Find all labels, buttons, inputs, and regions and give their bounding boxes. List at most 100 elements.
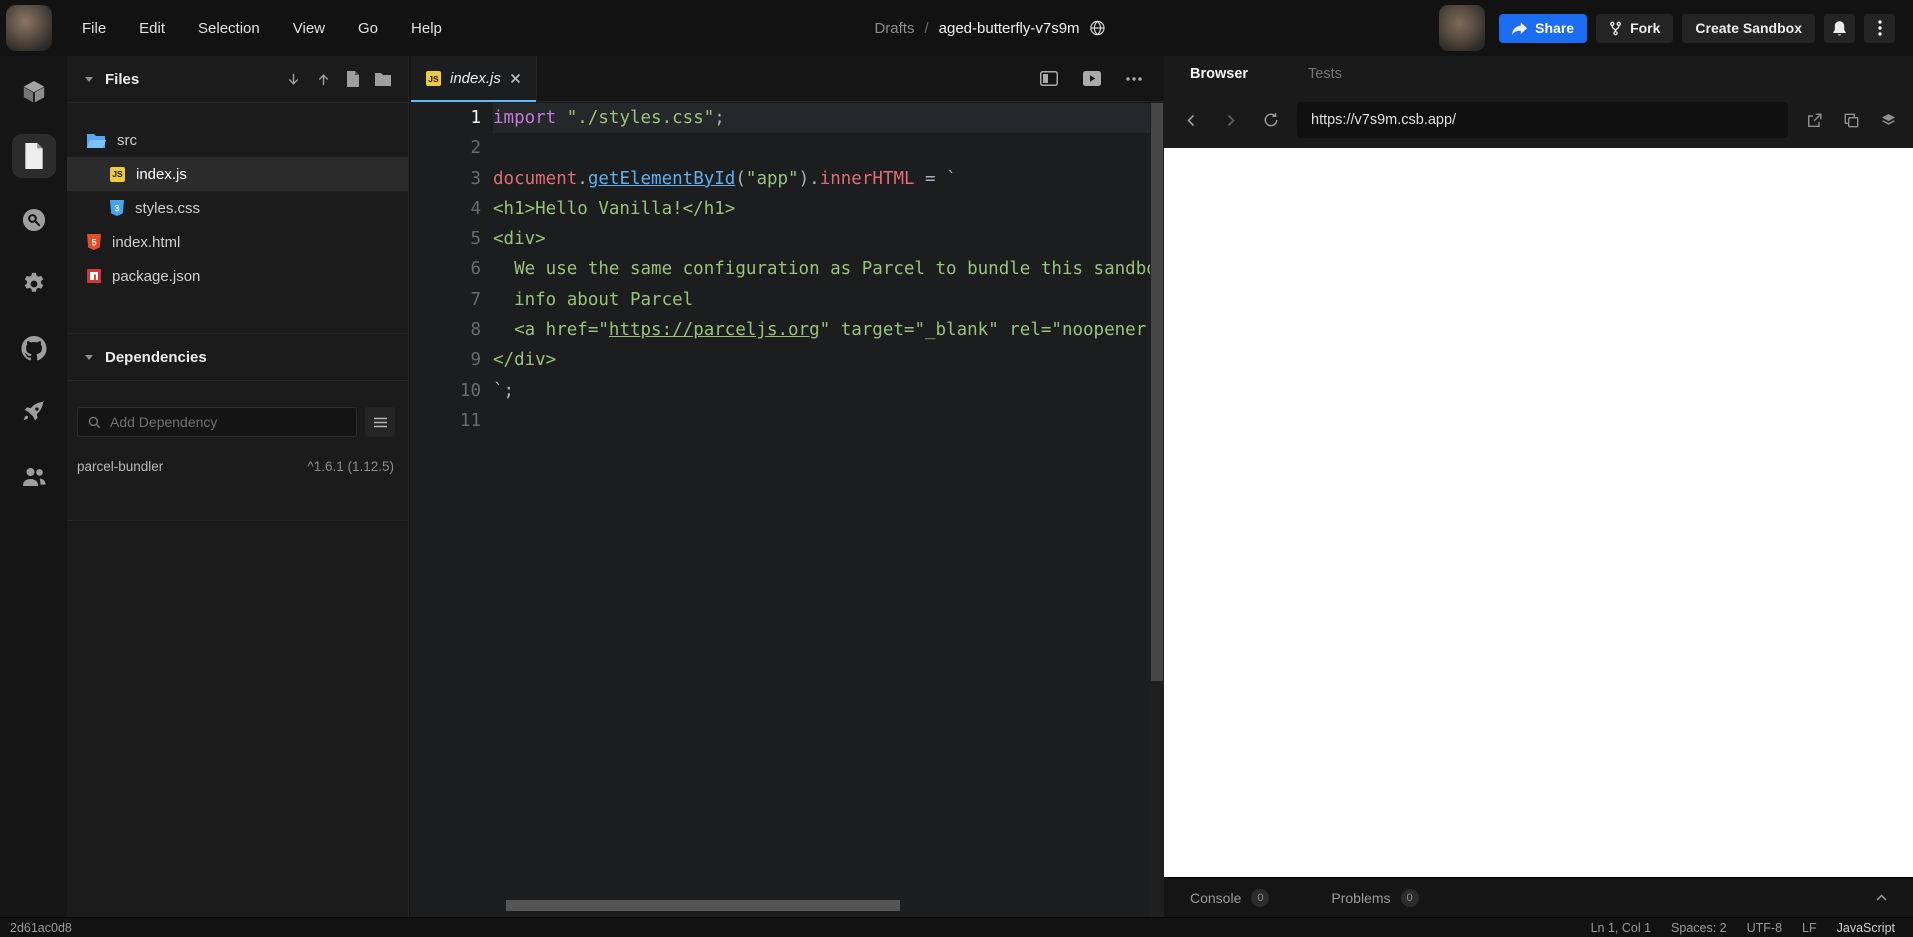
dependency-name: parcel-bundler	[77, 459, 164, 474]
problems-toggle[interactable]: Problems 0	[1331, 888, 1419, 907]
tab-index-js[interactable]: JS index.js	[411, 56, 537, 102]
sandbox-title[interactable]: aged-butterfly-v7s9m	[939, 20, 1080, 37]
menu-bar: File Edit Selection View Go Help	[82, 20, 442, 37]
create-sandbox-button[interactable]: Create Sandbox	[1682, 13, 1815, 43]
url-input[interactable]	[1297, 102, 1788, 138]
activity-bar	[0, 56, 67, 917]
console-count-badge: 0	[1251, 888, 1270, 907]
editor-tab-bar: JS index.js	[410, 56, 1164, 102]
refresh-button[interactable]	[1263, 112, 1279, 128]
upload-icon	[316, 72, 331, 87]
open-preview-icon	[1083, 71, 1101, 86]
back-button[interactable]	[1185, 114, 1198, 127]
share-button[interactable]: Share	[1499, 13, 1588, 43]
code-line-8: 8 <a href="https://parceljs.org" target=…	[410, 315, 1150, 345]
file-styles.css[interactable]: 3 styles.css	[67, 191, 408, 225]
github-icon	[21, 335, 47, 361]
more-options-button[interactable]	[1864, 13, 1895, 43]
external-link-button[interactable]	[1807, 113, 1822, 128]
hamburger-menu-icon	[373, 417, 387, 428]
preview-pane: Browser Tests Console 0 Problems 0	[1164, 56, 1913, 917]
console-toggle[interactable]: Console 0	[1190, 888, 1270, 907]
preview-tabs: Browser Tests	[1164, 56, 1913, 92]
activity-settings-gear[interactable]	[12, 262, 56, 306]
activity-github[interactable]	[12, 326, 56, 370]
menu-go[interactable]: Go	[358, 20, 378, 37]
add-dependency-input[interactable]	[110, 414, 346, 430]
line-number: 5	[470, 229, 481, 250]
new-folder-button[interactable]	[375, 72, 391, 86]
status-item[interactable]: JavaScript	[1837, 921, 1895, 935]
css-icon: 3	[110, 200, 124, 216]
user-avatar[interactable]	[1439, 5, 1486, 51]
split-view-icon	[1040, 71, 1058, 86]
file-src[interactable]: src	[67, 123, 408, 157]
split-view-button[interactable]	[1040, 71, 1058, 86]
chevron-down-icon	[84, 75, 94, 83]
vertical-scrollbar-thumb[interactable]	[1151, 103, 1163, 681]
more-horizontal-button[interactable]	[1126, 76, 1142, 81]
dependency-search-row	[67, 407, 408, 437]
workspace-logo[interactable]	[6, 5, 52, 51]
upload-button[interactable]	[316, 72, 331, 87]
top-actions: Share Fork Create Sandbox	[1439, 5, 1913, 51]
sidebar: Files src JS index.js 3 styles.css 5 index.htm…	[67, 56, 409, 917]
activity-search[interactable]	[12, 198, 56, 242]
preview-tab-tests[interactable]: Tests	[1308, 66, 1342, 82]
status-item[interactable]: Spaces: 2	[1671, 921, 1727, 935]
layers-button[interactable]	[1881, 113, 1896, 128]
add-dependency-field[interactable]	[77, 407, 357, 437]
refresh-icon	[1263, 112, 1279, 128]
activity-sandbox-cube[interactable]	[12, 70, 56, 114]
notifications-button[interactable]	[1824, 13, 1855, 43]
breadcrumb-drafts[interactable]: Drafts	[874, 20, 914, 37]
tab-label: index.js	[450, 70, 501, 87]
file-tree: src JS index.js 3 styles.css 5 index.html packa…	[67, 103, 408, 293]
horizontal-scrollbar-thumb[interactable]	[506, 900, 900, 911]
file-label: index.html	[112, 233, 181, 251]
file-label: styles.css	[135, 199, 201, 217]
svg-text:3: 3	[114, 204, 119, 214]
activity-users[interactable]	[12, 454, 56, 498]
code-editor[interactable]: 1 import "./styles.css"; 2 3 document.getEle…	[410, 102, 1150, 893]
layers-icon	[1881, 113, 1896, 128]
editor-pane: JS index.js 1 import "./styles.css"; 2 3 doc…	[410, 56, 1164, 917]
code-line-5: 5 <div>	[410, 224, 1150, 254]
menu-view[interactable]: View	[293, 20, 325, 37]
console-collapse-button[interactable]	[1876, 894, 1887, 901]
preview-tab-browser[interactable]: Browser	[1190, 66, 1248, 82]
dependency-menu-button[interactable]	[365, 407, 395, 437]
open-preview-button[interactable]	[1083, 71, 1101, 86]
fork-button[interactable]: Fork	[1596, 13, 1674, 43]
file-package.json[interactable]: package.json	[67, 259, 408, 293]
menu-file[interactable]: File	[82, 20, 106, 37]
forward-button[interactable]	[1224, 114, 1237, 127]
search-icon	[88, 416, 101, 429]
file-index.js[interactable]: JS index.js	[67, 157, 408, 191]
new-file-button[interactable]	[346, 71, 360, 87]
activity-rocket[interactable]	[12, 390, 56, 434]
fork-icon	[1609, 21, 1622, 36]
line-number: 4	[470, 198, 481, 219]
dependencies-panel-header[interactable]: Dependencies	[67, 333, 408, 381]
share-arrow-icon	[1512, 21, 1528, 35]
more-vertical-icon	[1877, 20, 1882, 36]
menu-help[interactable]: Help	[411, 20, 442, 37]
close-tab-icon[interactable]	[510, 73, 521, 84]
menu-selection[interactable]: Selection	[198, 20, 260, 37]
files-panel-header[interactable]: Files	[67, 56, 408, 103]
download-button[interactable]	[286, 72, 301, 87]
rocket-icon	[21, 399, 47, 425]
dependency-item[interactable]: parcel-bundler ^1.6.1 (1.12.5)	[67, 459, 408, 474]
activity-file[interactable]	[11, 134, 56, 178]
menu-edit[interactable]: Edit	[139, 20, 165, 37]
line-number: 2	[470, 138, 481, 159]
line-content: <div>	[493, 229, 546, 250]
status-item[interactable]: UTF-8	[1747, 921, 1782, 935]
status-item[interactable]: Ln 1, Col 1	[1591, 921, 1651, 935]
status-item[interactable]: LF	[1802, 921, 1817, 935]
copy-button[interactable]	[1844, 113, 1859, 128]
code-line-7: 7 info about Parcel	[410, 285, 1150, 315]
dependency-version: ^1.6.1 (1.12.5)	[307, 459, 394, 474]
file-index.html[interactable]: 5 index.html	[67, 225, 408, 259]
